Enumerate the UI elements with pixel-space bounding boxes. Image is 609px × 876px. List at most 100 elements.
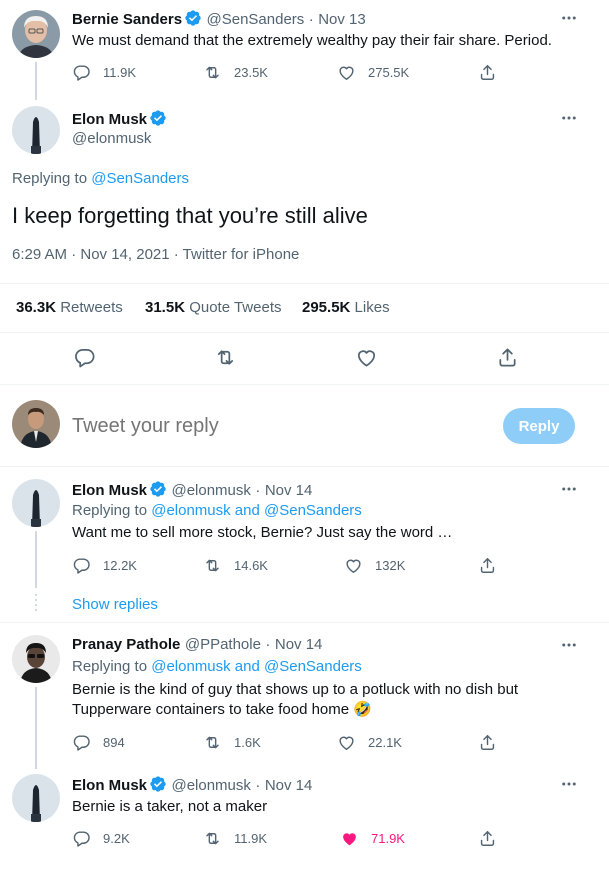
- more-icon[interactable]: [560, 109, 578, 127]
- separator: ·: [255, 482, 261, 499]
- tweet-date[interactable]: Nov 13: [318, 11, 366, 28]
- author-name[interactable]: Bernie Sanders: [72, 11, 182, 28]
- retweet-button[interactable]: 1.6K: [203, 733, 261, 752]
- like-count: 132K: [375, 558, 406, 573]
- avatar[interactable]: [12, 635, 60, 683]
- avatar[interactable]: [12, 106, 60, 154]
- like-icon: [344, 556, 363, 575]
- reply-count: 12.2K: [103, 558, 137, 573]
- quote-tweets-count: 31.5K: [145, 299, 186, 316]
- tweet-date[interactable]: Nov 14: [265, 777, 313, 794]
- tweet-text: Want me to sell more stock, Bernie? Just…: [72, 524, 453, 541]
- thread-line: [35, 687, 37, 769]
- verified-icon: [149, 775, 167, 793]
- replying-to-link[interactable]: @SenSanders: [91, 170, 189, 187]
- retweet-icon: [203, 829, 222, 848]
- author-name[interactable]: Pranay Pathole: [72, 636, 180, 653]
- retweets-stat[interactable]: 36.3K Retweets: [16, 299, 123, 316]
- more-icon[interactable]: [560, 775, 578, 793]
- reply-button[interactable]: 11.9K: [72, 63, 136, 82]
- reply-icon: [72, 63, 91, 82]
- like-button[interactable]: 132K: [344, 556, 405, 575]
- like-icon: [337, 733, 356, 752]
- author-handle[interactable]: @PPathole: [185, 636, 261, 653]
- like-icon: [337, 63, 356, 82]
- replying-to-link[interactable]: @elonmusk and @SenSanders: [151, 502, 362, 519]
- retweet-icon: [203, 63, 222, 82]
- retweet-icon[interactable]: [214, 346, 237, 369]
- reply-count: 9.2K: [103, 831, 130, 846]
- user-avatar[interactable]: [12, 400, 60, 448]
- separator: ·: [265, 636, 271, 653]
- share-icon[interactable]: [496, 346, 519, 369]
- more-icon[interactable]: [560, 636, 578, 654]
- share-button[interactable]: [478, 63, 509, 82]
- like-count: 22.1K: [368, 735, 402, 750]
- author-handle[interactable]: @elonmusk: [171, 777, 250, 794]
- share-icon: [478, 733, 497, 752]
- tweet-text-line-2: Tupperware containers to take food home …: [72, 701, 372, 718]
- retweet-icon: [203, 733, 222, 752]
- show-replies-link[interactable]: Show replies: [72, 596, 158, 613]
- avatar[interactable]: [12, 10, 60, 58]
- share-icon: [478, 829, 497, 848]
- like-count: 71.9K: [371, 831, 405, 846]
- avatar[interactable]: [12, 479, 60, 527]
- divider: [0, 466, 609, 467]
- reply-count: 11.9K: [103, 65, 137, 80]
- retweet-button[interactable]: 11.9K: [203, 829, 267, 848]
- tweet-date[interactable]: Nov 14: [265, 482, 313, 499]
- share-button[interactable]: [478, 733, 509, 752]
- likes-label: Likes: [354, 299, 390, 316]
- avatar[interactable]: [12, 774, 60, 822]
- likes-stat[interactable]: 295.5K Likes: [302, 299, 390, 316]
- author-name[interactable]: Elon Musk: [72, 111, 147, 128]
- verified-icon: [149, 109, 167, 127]
- reply-button[interactable]: 9.2K: [72, 829, 130, 848]
- like-icon[interactable]: [355, 346, 378, 369]
- reply-icon[interactable]: [73, 346, 96, 369]
- like-button[interactable]: 71.9K: [340, 829, 405, 848]
- reply-icon: [72, 829, 91, 848]
- verified-icon: [149, 480, 167, 498]
- like-icon: [340, 829, 359, 848]
- more-icon[interactable]: [560, 480, 578, 498]
- tweet-date[interactable]: Nov 14: [275, 636, 323, 653]
- reply-count: 894: [103, 735, 125, 750]
- thread-line: [35, 62, 37, 100]
- quote-tweets-label: Quote Tweets: [189, 299, 282, 316]
- author-name[interactable]: Elon Musk: [72, 777, 147, 794]
- reply-submit-button[interactable]: Reply: [503, 408, 575, 444]
- tweet-text: We must demand that the extremely wealth…: [72, 32, 552, 49]
- like-count: 275.5K: [368, 65, 410, 80]
- replying-label: Replying to: [72, 502, 148, 519]
- tweet-text-line-1: Bernie is the kind of guy that shows up …: [72, 681, 519, 698]
- reply-input[interactable]: [72, 412, 482, 440]
- share-icon: [478, 556, 497, 575]
- replying-to-link[interactable]: @elonmusk and @SenSanders: [151, 658, 362, 675]
- replying-label: Replying to: [12, 170, 88, 187]
- reply-button[interactable]: 894: [72, 733, 125, 752]
- retweet-button[interactable]: 14.6K: [203, 556, 268, 575]
- likes-count: 295.5K: [302, 299, 351, 316]
- quote-tweets-stat[interactable]: 31.5K Quote Tweets: [145, 299, 281, 316]
- retweet-button[interactable]: 23.5K: [203, 63, 268, 82]
- replying-label: Replying to: [72, 658, 148, 675]
- share-button[interactable]: [478, 556, 509, 575]
- share-button[interactable]: [478, 829, 509, 848]
- reply-button[interactable]: 12.2K: [72, 556, 137, 575]
- author-handle[interactable]: @elonmusk: [171, 482, 250, 499]
- reply-icon: [72, 733, 91, 752]
- more-icon[interactable]: [560, 9, 578, 27]
- author-handle[interactable]: @elonmusk: [72, 130, 151, 147]
- like-button[interactable]: 22.1K: [337, 733, 402, 752]
- tweet-text: I keep forgetting that you’re still aliv…: [12, 203, 368, 228]
- verified-icon: [184, 9, 202, 27]
- reply-icon: [72, 556, 91, 575]
- like-button[interactable]: 275.5K: [337, 63, 409, 82]
- retweets-count: 36.3K: [16, 299, 57, 316]
- tweet-timestamp[interactable]: 6:29 AM · Nov 14, 2021 · Twitter for iPh…: [12, 246, 299, 263]
- retweet-count: 1.6K: [234, 735, 261, 750]
- author-handle[interactable]: @SenSanders: [207, 11, 305, 28]
- author-name[interactable]: Elon Musk: [72, 482, 147, 499]
